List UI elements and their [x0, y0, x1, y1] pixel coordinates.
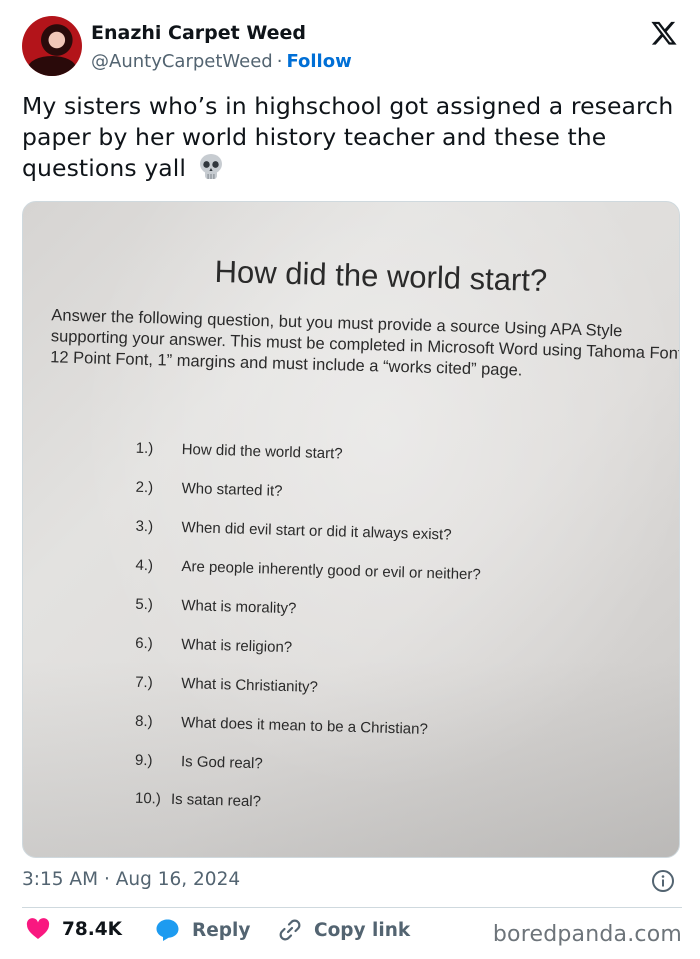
question-item: 10.) Is satan real?	[135, 790, 261, 811]
question-text: What is morality?	[181, 597, 297, 618]
question-number: 6.)	[135, 634, 154, 653]
tweet-body: My sisters who’s in highschool got assig…	[22, 92, 674, 182]
reply-button[interactable]: Reply	[155, 918, 250, 942]
separator-dot: ·	[276, 51, 283, 72]
question-number: 8.)	[134, 712, 153, 731]
question-number: 2.)	[135, 478, 154, 497]
like-count: 78.4K	[62, 918, 122, 940]
question-item: 8.) What does it mean to be a Christian?	[135, 713, 428, 738]
copy-link-button[interactable]: Copy link	[278, 918, 410, 942]
question-text: How did the world start?	[181, 440, 343, 463]
info-icon[interactable]	[651, 869, 675, 893]
tweet-header: Enazhi Carpet Weed @AuntyCarpetWeed · Foll…	[22, 16, 682, 78]
follow-link[interactable]: Follow	[286, 51, 351, 72]
question-number: 3.)	[135, 517, 154, 536]
question-number: 4.)	[135, 556, 154, 575]
question-number: 9.)	[134, 751, 153, 770]
reply-bubble-icon	[156, 919, 179, 941]
separator-dot: ·	[103, 869, 110, 890]
author-handle[interactable]: @AuntyCarpetWeed	[91, 51, 273, 72]
heart-icon	[26, 918, 50, 939]
link-icon	[279, 919, 301, 941]
question-number: 10.)	[134, 789, 162, 808]
copy-link-label: Copy link	[314, 919, 411, 941]
author-subline: @AuntyCarpetWeed · Follow	[91, 51, 352, 72]
question-item: 4.) Are people inherently good or evil or…	[135, 557, 481, 584]
question-text: Is God real?	[180, 753, 263, 773]
question-text: Is satan real?	[170, 790, 262, 811]
like-button[interactable]: 78.4K	[26, 918, 122, 940]
avatar[interactable]	[22, 16, 82, 76]
question-number: 1.)	[135, 439, 154, 458]
question-item: 5.) What is morality?	[135, 596, 296, 617]
question-text: Are people inherently good or evil or ne…	[181, 558, 481, 584]
question-number: 5.)	[135, 595, 154, 614]
divider	[22, 907, 682, 908]
question-text: When did evil start or did it always exi…	[181, 519, 452, 544]
question-item: 2.) Who started it?	[135, 479, 282, 500]
reply-label: Reply	[192, 919, 251, 941]
tweet-text: My sisters who’s in highschool got assig…	[22, 91, 682, 184]
question-item: 7.) What is Christianity?	[135, 674, 318, 696]
question-text: What is religion?	[181, 636, 293, 657]
question-item: 1.) How did the world start?	[136, 440, 343, 463]
question-text: Who started it?	[181, 479, 283, 500]
watermark: boredpanda.com	[492, 922, 682, 947]
tweet-time: 3:15 AM	[22, 869, 99, 890]
document-title: How did the world start?	[214, 253, 548, 299]
tweet-timestamp[interactable]: 3:15 AM · Aug 16, 2024	[22, 869, 240, 890]
skull-emoji	[199, 154, 222, 179]
question-text: What does it mean to be a Christian?	[180, 714, 429, 738]
question-item: 6.) What is religion?	[135, 635, 292, 656]
author-display-name[interactable]: Enazhi Carpet Weed	[91, 22, 306, 44]
document-instructions: Answer the following question, but you m…	[50, 306, 680, 380]
question-item: 3.) When did evil start or did it always …	[135, 518, 451, 544]
question-item: 9.) Is God real?	[135, 752, 263, 773]
question-text: What is Christianity?	[180, 675, 319, 696]
question-number: 7.)	[134, 673, 153, 692]
tweet-date: Aug 16, 2024	[115, 869, 241, 890]
attached-photo[interactable]: How did the world start? Answer the foll…	[22, 201, 680, 858]
x-logo-icon[interactable]	[650, 19, 678, 47]
document-sheet: How did the world start? Answer the foll…	[23, 202, 680, 857]
